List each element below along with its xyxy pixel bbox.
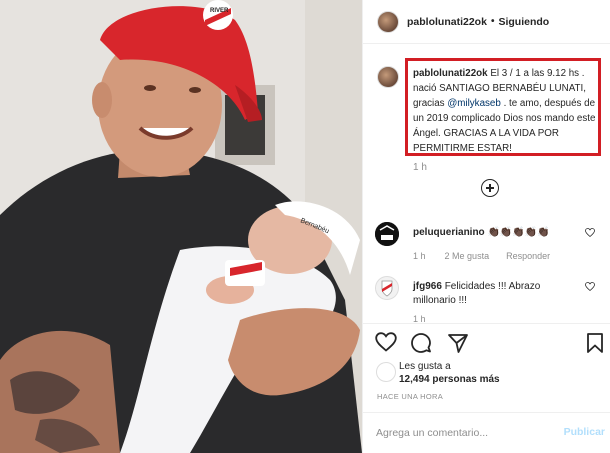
comment-meta: 1 h 2 Me gusta Responder <box>413 251 550 261</box>
load-more-comments-icon[interactable] <box>481 179 499 197</box>
comment-likes[interactable]: 2 Me gusta <box>445 251 490 261</box>
post-actions-bar <box>375 332 607 356</box>
post-side-panel: pablolunati22ok • Siguiendo pablolunati2… <box>362 0 610 453</box>
actions-divider <box>363 323 610 324</box>
commenter-avatar[interactable] <box>375 222 399 246</box>
photo-illustration: RIVER Bernabéu <box>0 0 362 453</box>
post-timestamp[interactable]: HACE UNA HORA <box>377 392 443 401</box>
like-heart-icon[interactable] <box>375 332 397 352</box>
add-comment-bar: Agrega un comentario... Publicar <box>363 412 610 453</box>
liker-avatar[interactable] <box>376 362 396 382</box>
caption-username[interactable]: pablolunati22ok <box>413 68 488 79</box>
header-separator: • <box>490 16 495 27</box>
comment-text: peluquerianino 👏🏿👏🏿👏🏿👏🏿👏🏿 <box>413 226 583 240</box>
likes-count[interactable]: 12,494 personas más <box>399 374 500 385</box>
comment-reply-button[interactable]: Responder <box>506 251 550 261</box>
following-button[interactable]: Siguiendo <box>498 16 549 28</box>
publish-button[interactable]: Publicar <box>564 426 605 438</box>
commenter-avatar[interactable] <box>375 276 399 300</box>
share-direct-icon[interactable] <box>447 332 469 354</box>
comment-bubble-icon[interactable] <box>410 332 432 354</box>
post-photo[interactable]: RIVER Bernabéu <box>0 0 362 453</box>
author-username[interactable]: pablolunati22ok <box>407 16 487 28</box>
likes-prefix: Les gusta a <box>399 361 451 372</box>
comment-like-heart-icon[interactable] <box>585 228 595 237</box>
comment-input[interactable]: Agrega un comentario... <box>376 427 488 439</box>
caption-text: pablolunati22ok El 3 / 1 a las 9.12 hs .… <box>413 66 599 156</box>
caption-time: 1 h <box>413 162 427 173</box>
comment-body: 👏🏿👏🏿👏🏿👏🏿👏🏿 <box>487 227 550 238</box>
author-avatar[interactable] <box>377 10 399 33</box>
likes-summary[interactable]: Les gusta a 12,494 personas más <box>399 360 500 386</box>
comment-text: jfg966 Felicidades !!! Abrazo millonario… <box>413 280 583 308</box>
comment-like-heart-icon[interactable] <box>585 282 595 291</box>
caption-author-avatar[interactable] <box>377 66 399 88</box>
caption-mention-link[interactable]: @milykaseb <box>447 98 501 109</box>
nino-logo-icon <box>375 222 399 246</box>
post-header: pablolunati22ok • Siguiendo <box>363 0 610 44</box>
save-bookmark-icon[interactable] <box>586 332 604 354</box>
river-crest-icon <box>381 280 393 297</box>
comment-username[interactable]: jfg966 <box>413 281 442 292</box>
comment-username[interactable]: peluquerianino <box>413 227 485 238</box>
comment-time: 1 h <box>413 251 426 261</box>
cap-logo-text: RIVER <box>210 8 229 14</box>
